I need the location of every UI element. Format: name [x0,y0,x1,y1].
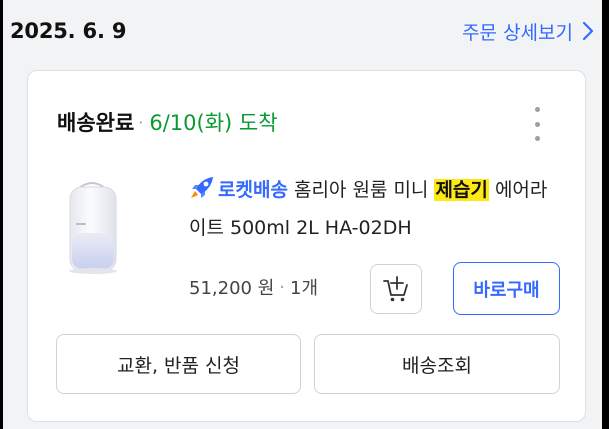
product-thumbnail[interactable] [56,175,128,277]
left-frame-edge [0,0,3,429]
price-separator: · [279,276,285,298]
right-frame-edge [602,0,609,429]
more-vertical-icon[interactable] [527,107,547,141]
status-separator: · [138,112,144,132]
order-date: 2025. 6. 9 [10,19,127,43]
arrival-date: 6/10(화) 도착 [149,111,278,135]
rocket-delivery-label: 로켓배송 [218,179,288,201]
order-card: 배송완료 · 6/10(화) 도착 로켓배송 홈리아 원룸 미니 제습기 에어라… [27,70,586,422]
product-quantity: 1개 [290,278,319,299]
order-header: 2025. 6. 9 주문 상세보기 [10,0,595,62]
rocket-icon [191,177,213,198]
price-quantity: 51,200 원 · 1개 [189,274,318,300]
chevron-right-icon [582,21,594,41]
track-delivery-button[interactable]: 배송조회 [314,334,560,394]
product-name[interactable]: 로켓배송 홈리아 원룸 미니 제습기 에어라이트 500ml 2L HA-02D… [189,171,559,247]
product-name-part: 홈리아 원룸 미니 [287,179,435,201]
product-name-highlight: 제습기 [434,179,489,201]
exchange-return-button[interactable]: 교환, 반품 신청 [56,334,301,394]
buy-now-button[interactable]: 바로구매 [453,262,560,315]
order-detail-label: 주문 상세보기 [462,21,573,44]
product-price: 51,200 원 [189,278,275,299]
status-label: 배송완료 [57,111,135,135]
order-detail-link[interactable]: 주문 상세보기 [462,18,595,45]
add-to-cart-icon [383,276,408,302]
delivery-status: 배송완료 · 6/10(화) 도착 [57,107,278,137]
add-to-cart-button[interactable] [370,264,422,314]
